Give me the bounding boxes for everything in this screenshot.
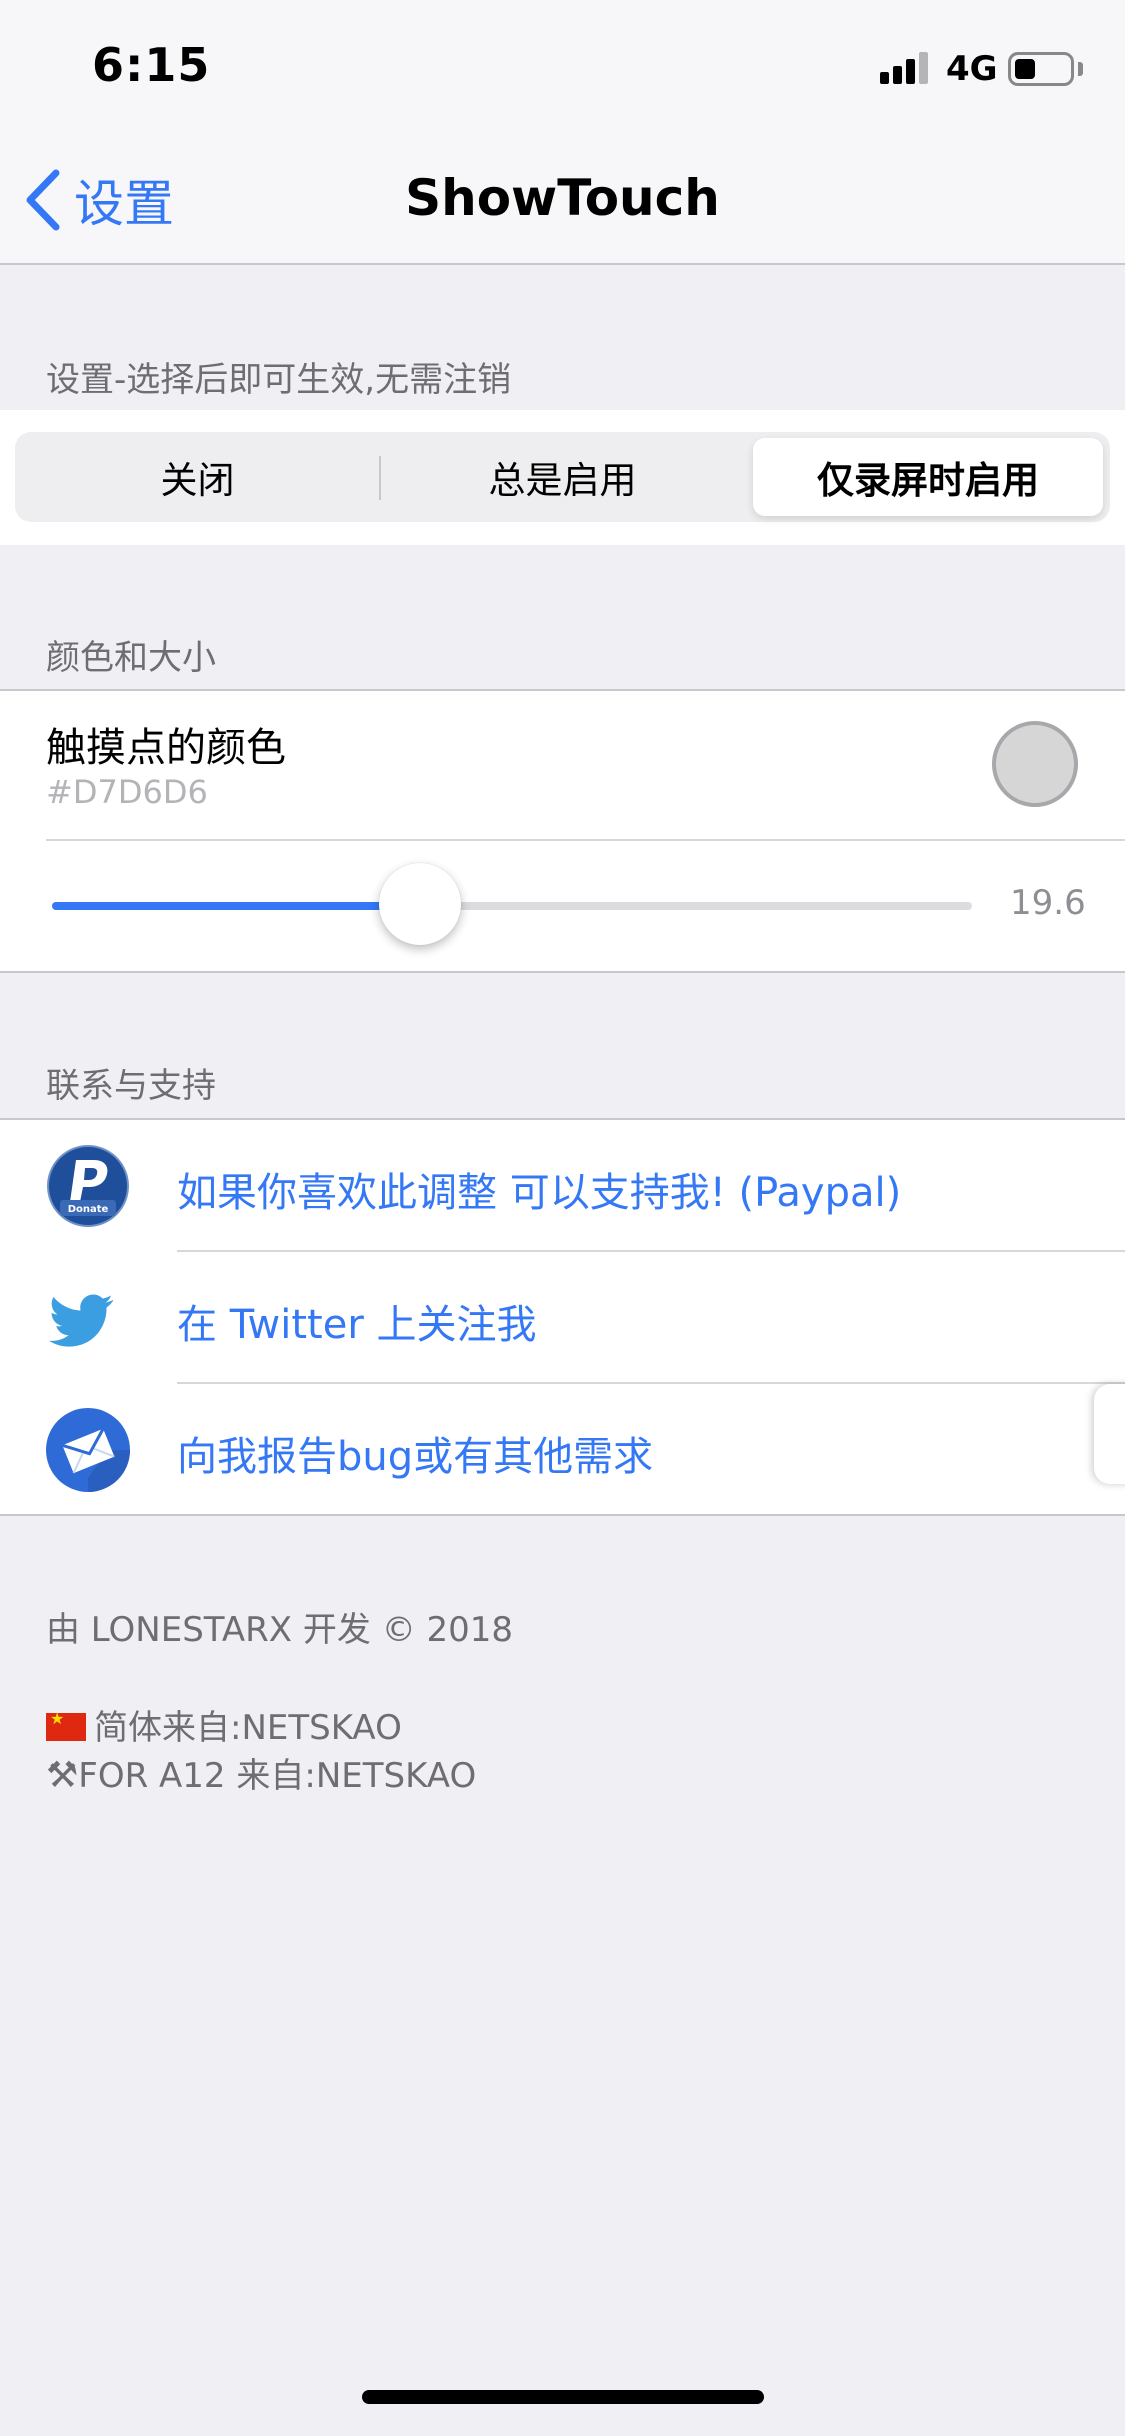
support-group: Donate 如果你喜欢此调整 可以支持我! (Paypal) 在 Twitte… [0,1118,1125,1516]
segment-recording-only[interactable]: 仅录屏时启用 [753,438,1103,516]
twitter-follow-row[interactable]: 在 Twitter 上关注我 [0,1252,1125,1384]
size-slider-knob[interactable] [379,863,461,945]
translation-credit-text: 简体来自:NETSKAO [94,1708,402,1748]
developer-credit: 由 LONESTARX 开发 © 2018 [46,1610,514,1650]
row-separator [46,839,1125,841]
translation-credit: 简体来自:NETSKAO [46,1700,402,1749]
paypal-donate-icon: Donate [47,1145,129,1227]
support-section-header: 联系与支持 [46,1066,216,1106]
twitter-follow-link: 在 Twitter 上关注我 [177,1302,537,1348]
battery-icon [1008,52,1074,86]
hammer-wrench-icon: ⚒ [46,1755,79,1796]
appearance-section-header: 颜色和大小 [46,638,216,678]
cellular-signal-icon [880,52,932,84]
paypal-donate-link: 如果你喜欢此调整 可以支持我! (Paypal) [177,1170,902,1216]
segment-always-on[interactable]: 总是启用 [380,432,745,522]
mail-icon [46,1408,130,1492]
network-type: 4G [946,49,998,89]
twitter-icon [49,1294,114,1347]
size-slider-track[interactable] [52,902,972,910]
segment-off[interactable]: 关闭 [15,432,380,522]
size-slider-fill [52,902,420,910]
svg-text:Donate: Donate [68,1204,109,1215]
a12-credit-text: FOR A12 来自:NETSKAO [78,1756,477,1796]
status-bar: 6:15 4G [0,0,1125,135]
settings-section-header: 设置-选择后即可生效,无需注销 [46,360,512,400]
mode-segmented-control: 关闭 总是启用 仅录屏时启用 [15,432,1110,522]
status-time: 6:15 [92,38,211,92]
floating-side-tab[interactable] [1094,1384,1125,1484]
china-flag-icon [46,1709,86,1741]
color-swatch[interactable] [992,721,1078,807]
touch-color-title: 触摸点的颜色 [46,725,286,771]
report-bug-row[interactable]: 向我报告bug或有其他需求 [0,1384,1125,1516]
settings-group: 关闭 总是启用 仅录屏时启用 [0,410,1125,545]
touch-color-hex: #D7D6D6 [46,773,208,811]
page-title: ShowTouch [405,169,720,227]
navigation-bar: 设置 ShowTouch [0,135,1125,265]
size-slider-value: 19.6 [1010,883,1086,923]
appearance-group: 触摸点的颜色 #D7D6D6 19.6 [0,689,1125,973]
report-bug-link: 向我报告bug或有其他需求 [177,1434,654,1480]
battery-cap [1078,62,1083,76]
paypal-donate-row[interactable]: Donate 如果你喜欢此调整 可以支持我! (Paypal) [0,1120,1125,1252]
a12-credit: ⚒FOR A12 来自:NETSKAO [46,1748,476,1797]
home-indicator [362,2390,764,2404]
